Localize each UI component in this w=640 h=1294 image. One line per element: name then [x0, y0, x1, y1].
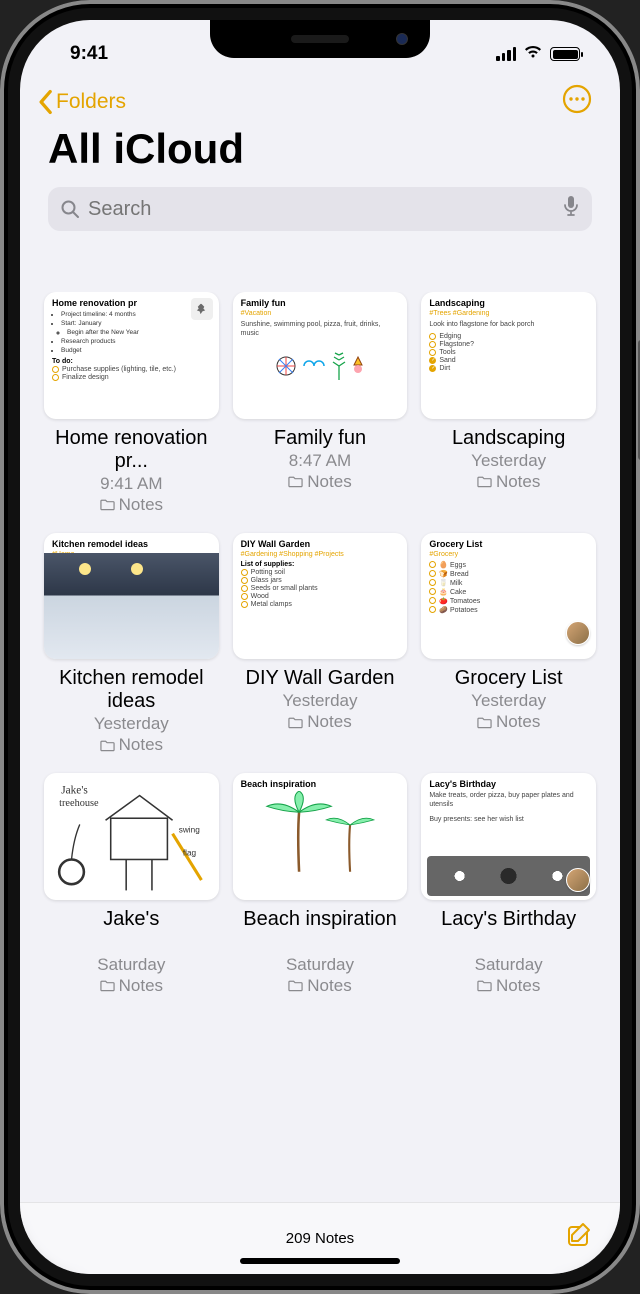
- note-thumbnail: Kitchen remodel ideas #Home: [44, 533, 219, 660]
- status-time: 9:41: [70, 43, 108, 65]
- pin-icon: [191, 298, 213, 320]
- folder-icon: [100, 498, 115, 511]
- svg-text:Jake's: Jake's: [61, 785, 88, 797]
- note-title: Jake's: [103, 908, 159, 954]
- note-thumbnail: DIY Wall Garden #Gardening #Shopping #Pr…: [233, 533, 408, 660]
- folder-icon: [100, 739, 115, 752]
- note-thumbnail: Family fun #Vacation Sunshine, swimming …: [233, 292, 408, 419]
- bottom-toolbar: 209 Notes: [20, 1202, 620, 1274]
- svg-text:swing: swing: [179, 826, 200, 835]
- note-time: 8:47 AM: [289, 451, 351, 471]
- chevron-left-icon: [36, 89, 54, 115]
- note-folder: Notes: [288, 712, 351, 732]
- note-time: Saturday: [475, 955, 543, 975]
- folder-icon: [477, 716, 492, 729]
- folder-icon: [288, 979, 303, 992]
- note-card[interactable]: DIY Wall Garden #Gardening #Shopping #Pr…: [233, 533, 408, 756]
- photo-thumbnail: [44, 553, 219, 660]
- sketch-thumbnail: Jake's treehouse swing flag: [48, 777, 215, 896]
- cellular-icon: [496, 47, 516, 61]
- wifi-icon: [523, 43, 543, 65]
- microphone-icon: [562, 195, 580, 217]
- note-title: Kitchen remodel ideas: [44, 667, 219, 713]
- more-button[interactable]: [562, 84, 592, 119]
- note-title: DIY Wall Garden: [246, 667, 395, 690]
- svg-text:treehouse: treehouse: [59, 798, 99, 809]
- note-time: Yesterday: [471, 691, 546, 711]
- home-indicator[interactable]: [240, 1258, 400, 1264]
- note-card[interactable]: Kitchen remodel ideas #Home Kitchen remo…: [44, 533, 219, 756]
- ellipsis-circle-icon: [562, 84, 592, 114]
- note-folder: Notes: [477, 712, 540, 732]
- note-card[interactable]: Home renovation pr Project timeline: 4 m…: [44, 292, 219, 515]
- note-thumbnail: Grocery List #Grocery 🥚 Eggs 🍞 Bread 🥛 M…: [421, 533, 596, 660]
- note-card[interactable]: Family fun #Vacation Sunshine, swimming …: [233, 292, 408, 515]
- note-title: Beach inspiration: [243, 908, 396, 954]
- note-time: Yesterday: [283, 691, 358, 711]
- battery-icon: [550, 47, 580, 61]
- note-folder: Notes: [288, 472, 351, 492]
- search-icon: [60, 199, 80, 219]
- note-time: Saturday: [97, 955, 165, 975]
- note-thumbnail: Home renovation pr Project timeline: 4 m…: [44, 292, 219, 419]
- folder-icon: [288, 716, 303, 729]
- folder-icon: [100, 979, 115, 992]
- note-title: Home renovation pr...: [44, 427, 219, 473]
- note-title: Lacy's Birthday: [441, 908, 576, 954]
- shared-avatar: [566, 868, 590, 892]
- sketch-thumbnail: [241, 791, 400, 876]
- note-title: Landscaping: [452, 427, 565, 450]
- note-folder: Notes: [100, 495, 163, 515]
- notes-count: 209 Notes: [286, 1230, 354, 1247]
- note-thumbnail: Beach inspiration: [233, 773, 408, 900]
- note-thumbnail: Lacy's Birthday Make treats, order pizza…: [421, 773, 596, 900]
- note-folder: Notes: [100, 735, 163, 755]
- note-title: Grocery List: [455, 667, 563, 690]
- note-card[interactable]: Jake's treehouse swing flag: [44, 773, 219, 996]
- compose-icon: [566, 1221, 594, 1249]
- note-folder: Notes: [288, 976, 351, 996]
- note-folder: Notes: [477, 976, 540, 996]
- folder-icon: [477, 979, 492, 992]
- note-folder: Notes: [100, 976, 163, 996]
- compose-button[interactable]: [566, 1221, 594, 1254]
- page-title: All iCloud: [20, 125, 620, 187]
- note-card[interactable]: Landscaping #Trees #Gardening Look into …: [421, 292, 596, 515]
- note-card[interactable]: Lacy's Birthday Make treats, order pizza…: [421, 773, 596, 996]
- note-time: 9:41 AM: [100, 474, 162, 494]
- note-time: Yesterday: [471, 451, 546, 471]
- dictate-button[interactable]: [562, 195, 580, 223]
- folder-icon: [477, 475, 492, 488]
- back-label: Folders: [56, 90, 126, 114]
- note-title: Family fun: [274, 427, 366, 450]
- note-time: Saturday: [286, 955, 354, 975]
- search-field[interactable]: [48, 187, 592, 231]
- search-input[interactable]: [88, 198, 554, 221]
- svg-text:flag: flag: [183, 848, 197, 857]
- note-card[interactable]: Grocery List #Grocery 🥚 Eggs 🍞 Bread 🥛 M…: [421, 533, 596, 756]
- note-card[interactable]: Beach inspiration Beach inspiration Satu…: [233, 773, 408, 996]
- folder-icon: [288, 475, 303, 488]
- note-thumbnail: Jake's treehouse swing flag: [44, 773, 219, 900]
- notes-grid[interactable]: Home renovation pr Project timeline: 4 m…: [20, 292, 620, 1202]
- note-time: Yesterday: [94, 714, 169, 734]
- note-thumbnail: Landscaping #Trees #Gardening Look into …: [421, 292, 596, 419]
- back-button[interactable]: Folders: [36, 89, 126, 115]
- shared-avatar: [566, 621, 590, 645]
- note-folder: Notes: [477, 472, 540, 492]
